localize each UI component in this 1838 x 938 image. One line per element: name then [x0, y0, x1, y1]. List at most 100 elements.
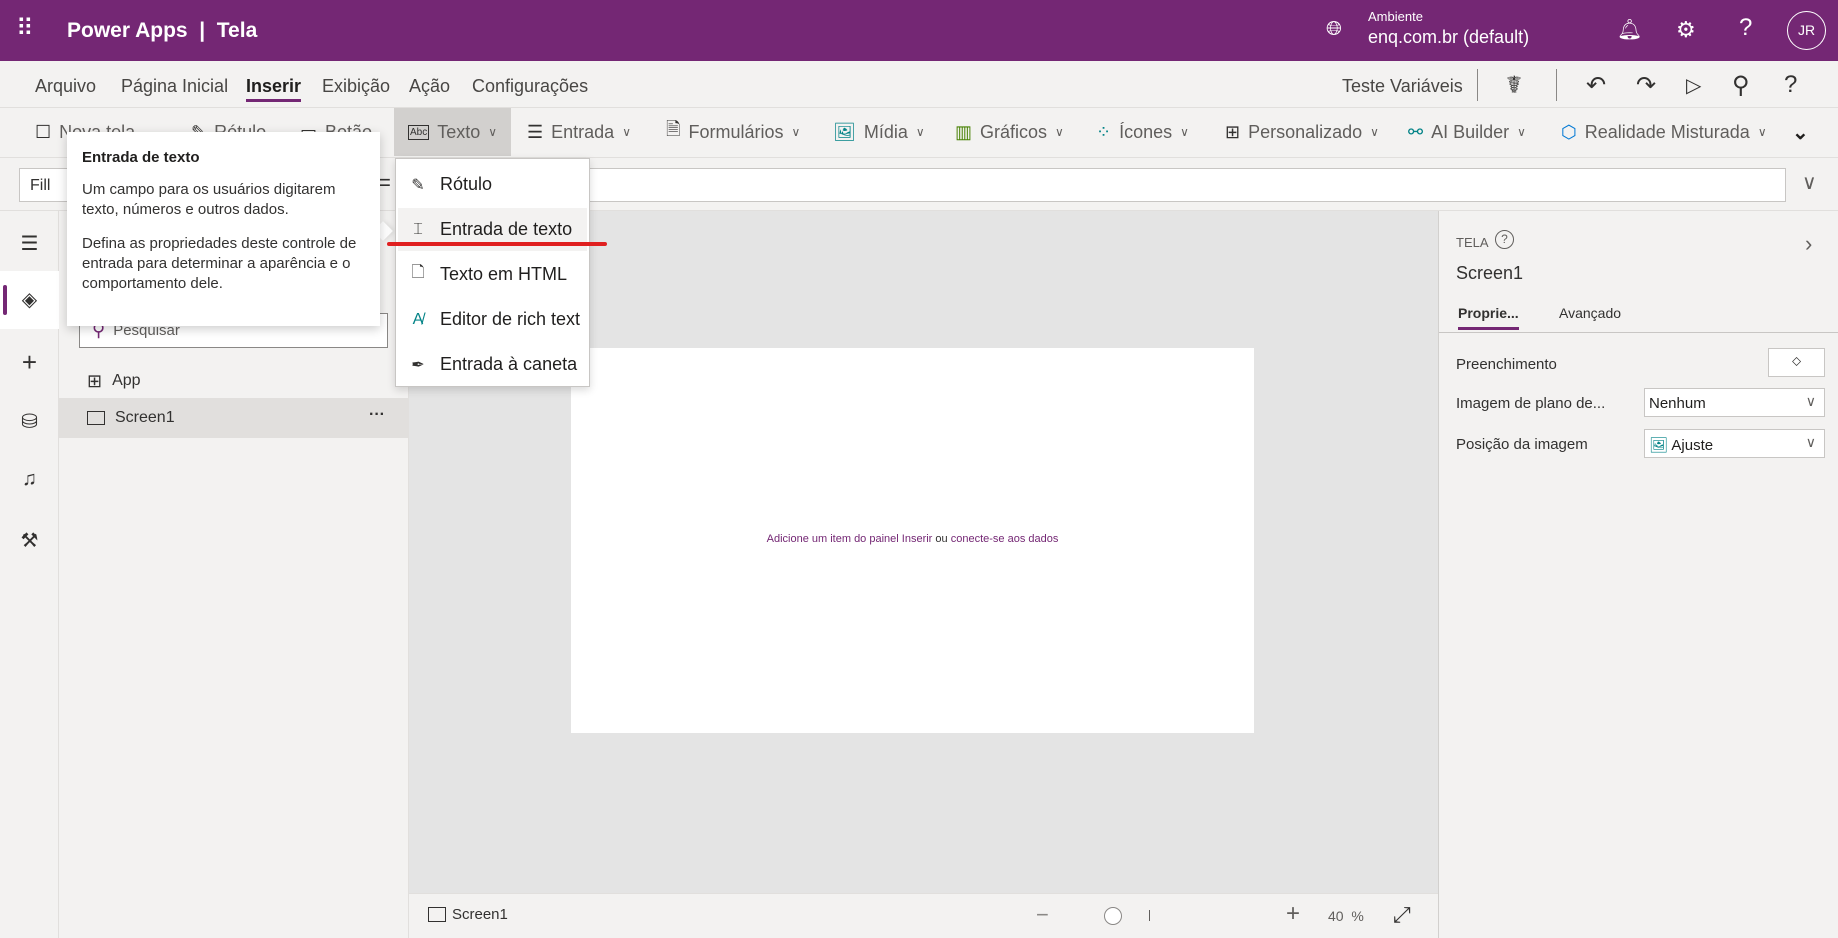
environment-label: Ambiente [1368, 9, 1423, 24]
connect-data-link[interactable]: conecte-se aos dados [951, 533, 1059, 545]
tool-label: Texto [437, 121, 481, 142]
tree-item-screen1[interactable]: Screen1 ··· [59, 398, 409, 438]
insert-panel-link[interactable]: Adicione um item do painel Inserir [767, 533, 933, 545]
menu-inserir[interactable]: Inserir [246, 76, 302, 102]
tool-label: AI Builder [1431, 121, 1510, 142]
screen-canvas[interactable]: Adicione um item do painel Inserir ou co… [571, 348, 1254, 733]
zoom-slider-thumb[interactable] [1104, 907, 1122, 925]
hint-or: ou [935, 533, 948, 545]
menu-configuracoes[interactable]: Configurações [472, 76, 588, 97]
database-icon[interactable]: ⛁ [0, 409, 59, 434]
menu-exibicao[interactable]: Exibição [322, 76, 390, 97]
fill-color-picker[interactable]: ⬦ [1768, 348, 1825, 377]
ai-builder-icon: ⚯ [1408, 121, 1424, 142]
fit-to-window-icon[interactable]: ⤢ [1393, 902, 1411, 928]
avatar[interactable]: JR [1787, 11, 1826, 50]
dropdown-value: Ajuste [1671, 437, 1714, 454]
chevron-down-icon: ∨ [1370, 125, 1379, 139]
screen-selector[interactable]: Screen1 [428, 906, 508, 923]
toolbar-overflow-chevron-icon[interactable]: ⌄ [1792, 108, 1809, 156]
tool-label: Realidade Misturada [1584, 121, 1750, 142]
fill-label: Preenchimento [1456, 356, 1557, 373]
text-input-icon: ⌶ [413, 220, 423, 238]
chevron-down-icon: ∨ [488, 125, 498, 139]
menu-item-label: Texto em HTML [440, 264, 568, 284]
background-image-label: Imagem de plano de... [1456, 395, 1606, 412]
chevron-down-icon: ∨ [1055, 125, 1064, 139]
plus-icon[interactable]: + [0, 347, 59, 378]
media-button[interactable]: 🖼︎ Mídia ∨ [833, 108, 925, 156]
menu-acao[interactable]: Ação [409, 76, 450, 97]
play-icon[interactable]: ▷ [1686, 73, 1701, 98]
tools-icon[interactable]: ⚒ [0, 528, 59, 553]
help-icon[interactable]: ? [1495, 230, 1514, 249]
zoom-out-icon[interactable]: − [1036, 902, 1049, 928]
stethoscope-icon[interactable]: ☤ [1506, 71, 1522, 100]
input-button[interactable]: ☰ Entrada ∨ [527, 108, 631, 156]
tooltip-description: Um campo para os usuários digitarem text… [82, 181, 336, 218]
hamburger-icon[interactable]: ☰ [0, 231, 59, 256]
menu-item-label: Entrada à caneta [440, 354, 578, 374]
tab-properties[interactable]: Proprie... [1458, 305, 1519, 330]
ai-builder-button[interactable]: ⚯ AI Builder ∨ [1408, 108, 1526, 156]
menu-item-texto-em-html[interactable]: 🗋︎ Texto em HTML [398, 253, 587, 296]
gear-icon[interactable]: ⚙ [1676, 17, 1696, 43]
forms-button[interactable]: 🗎︎ Formulários ∨ [666, 108, 800, 156]
bell-icon[interactable]: 🔔︎ [1617, 17, 1642, 42]
help-icon[interactable]: ? [1739, 14, 1752, 42]
menu-pagina-inicial[interactable]: Página Inicial [121, 76, 228, 97]
icons-button[interactable]: ⁘ Ícones ∨ [1096, 108, 1189, 156]
zoom-number: 40 [1328, 908, 1344, 924]
help-icon[interactable]: ? [1784, 71, 1797, 99]
menu-item-entrada-caneta[interactable]: ✒ Entrada à caneta [398, 343, 587, 386]
mixed-reality-button[interactable]: ⬡ Realidade Misturada ∨ [1561, 108, 1767, 156]
tree-view-tab[interactable]: ◈ [0, 271, 59, 329]
text-dropdown-menu: ✎ Rótulo ⌶ Entrada de texto 🗋︎ Texto em HTM… [395, 158, 590, 387]
rich-text-icon: A̸ [412, 310, 424, 328]
canvas-hint: Adicione um item do painel Inserir ou co… [571, 533, 1254, 545]
menu-item-editor-rich-text[interactable]: A̸ Editor de rich text [398, 298, 587, 341]
text-button[interactable]: Abc Texto ∨ [394, 108, 511, 156]
menu-item-label: Rótulo [440, 174, 493, 194]
control-name: Screen1 [1456, 263, 1524, 283]
top-bar: ⠿ Power Apps | Tela 🌐︎ Ambiente enq.com.… [0, 0, 1838, 61]
label-icon: ✎ [411, 176, 425, 194]
globe-icon: 🌐︎ [1326, 18, 1342, 40]
menu-arquivo[interactable]: Arquivo [35, 76, 96, 97]
chevron-down-icon: ∨ [915, 125, 925, 139]
tool-label: Gráficos [980, 121, 1048, 142]
redo-icon[interactable]: ↷ [1636, 71, 1656, 100]
environment-picker[interactable]: enq.com.br (default) [1368, 27, 1529, 48]
more-options-icon[interactable]: ··· [369, 406, 385, 424]
icons-icon: ⁘ [1096, 121, 1112, 142]
tree-item-app[interactable]: ⊞ App [59, 363, 409, 399]
paint-bucket-icon: ⬦ [1791, 353, 1802, 368]
forms-icon: 🗎︎ [666, 119, 681, 139]
tree-item-label: Screen1 [115, 409, 175, 426]
tab-advanced[interactable]: Avançado [1559, 305, 1621, 321]
app-name[interactable]: Teste Variáveis [1342, 76, 1463, 97]
html-text-icon: 🗋︎ [411, 264, 425, 281]
charts-button[interactable]: ▥ Gráficos ∨ [955, 108, 1064, 156]
image-position-dropdown[interactable]: 🖼︎ Ajuste ∨ [1644, 429, 1825, 458]
custom-button[interactable]: ⊞ Personalizado ∨ [1225, 108, 1379, 156]
app-launcher-icon[interactable]: ⠿ [16, 14, 34, 43]
collapse-chevron-right-icon[interactable]: › [1805, 231, 1812, 257]
menu-item-rotulo[interactable]: ✎ Rótulo [398, 163, 587, 206]
tool-label: Entrada [551, 121, 615, 142]
undo-icon[interactable]: ↶ [1586, 71, 1606, 100]
chevron-down-icon: ∨ [791, 125, 801, 139]
media-icon[interactable]: ♫ [0, 468, 59, 491]
zoom-slider-tick [1149, 910, 1150, 921]
app-icon: ⊞ [87, 370, 103, 391]
menu-item-label: Entrada de texto [440, 219, 573, 239]
media-icon: 🖼︎ [833, 121, 856, 142]
background-image-dropdown[interactable]: Nenhum ∨ [1644, 388, 1825, 417]
tool-label: Mídia [863, 121, 908, 142]
share-user-icon[interactable]: ⚲ [1732, 71, 1750, 100]
formula-input[interactable] [400, 168, 1786, 202]
zoom-in-icon[interactable]: + [1286, 900, 1300, 928]
expand-formula-chevron-icon[interactable]: ∨ [1802, 170, 1817, 195]
chevron-down-icon: ∨ [1805, 393, 1816, 409]
canvas-status-bar: Screen1 − + 40 % ⤢ [409, 893, 1438, 938]
